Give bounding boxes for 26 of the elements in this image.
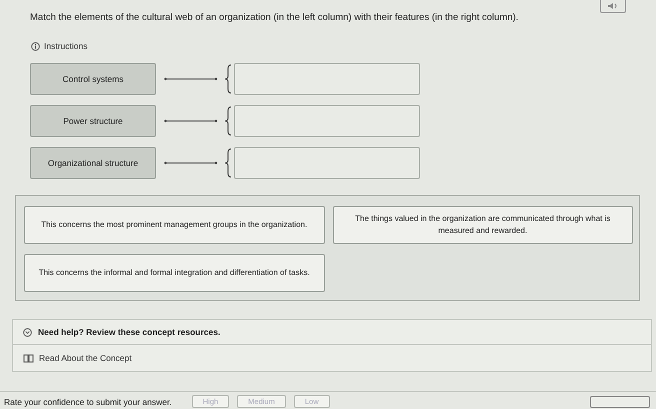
- instructions-link[interactable]: Instructions: [44, 41, 88, 51]
- answer-card[interactable]: This concerns the informal and formal integration and differentiation of tasks.: [24, 254, 324, 292]
- drop-zone[interactable]: [234, 105, 420, 137]
- connector-line: [164, 160, 218, 166]
- brace-icon: [224, 148, 232, 178]
- brace-icon: [224, 64, 232, 94]
- brace-icon: [224, 106, 232, 136]
- connector-line: [164, 76, 218, 82]
- answer-card[interactable]: This concerns the most prominent management groups in the organization.: [24, 206, 324, 244]
- resource-link[interactable]: Read About the Concept: [39, 353, 132, 363]
- drop-zone[interactable]: [234, 147, 420, 179]
- term-card[interactable]: Organizational structure: [30, 147, 156, 179]
- book-icon: [23, 354, 34, 362]
- confidence-prompt: Rate your confidence to submit your answer.: [4, 396, 172, 406]
- question-text: Match the elements of the cultural web of an organization (in the left column) with their features (in the right column).: [30, 12, 520, 23]
- term-card[interactable]: Control systems: [30, 63, 156, 95]
- audio-button[interactable]: [600, 0, 626, 13]
- submit-button[interactable]: [590, 396, 650, 408]
- chevron-down-icon[interactable]: [23, 328, 32, 336]
- drop-zone[interactable]: [234, 63, 420, 95]
- connector-line: [164, 118, 218, 124]
- term-card[interactable]: Power structure: [30, 105, 156, 137]
- help-title: Need help? Review these concept resources.: [38, 327, 220, 337]
- info-icon: [31, 42, 40, 50]
- speaker-icon: [607, 2, 619, 10]
- answer-card[interactable]: The things valued in the organization are communicated through what is measured and rewarded.: [332, 206, 633, 244]
